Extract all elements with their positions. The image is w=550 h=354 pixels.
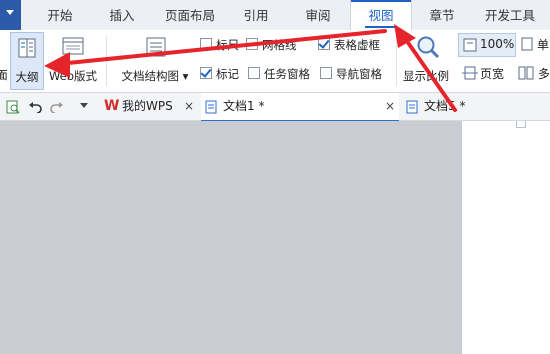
annotation-arrow-view bbox=[400, 32, 457, 112]
annotation-arrows bbox=[44, 24, 457, 112]
annotation-arrow-outline bbox=[56, 29, 387, 66]
arrow-head-icon bbox=[394, 24, 416, 48]
arrow-head-icon bbox=[44, 52, 70, 78]
